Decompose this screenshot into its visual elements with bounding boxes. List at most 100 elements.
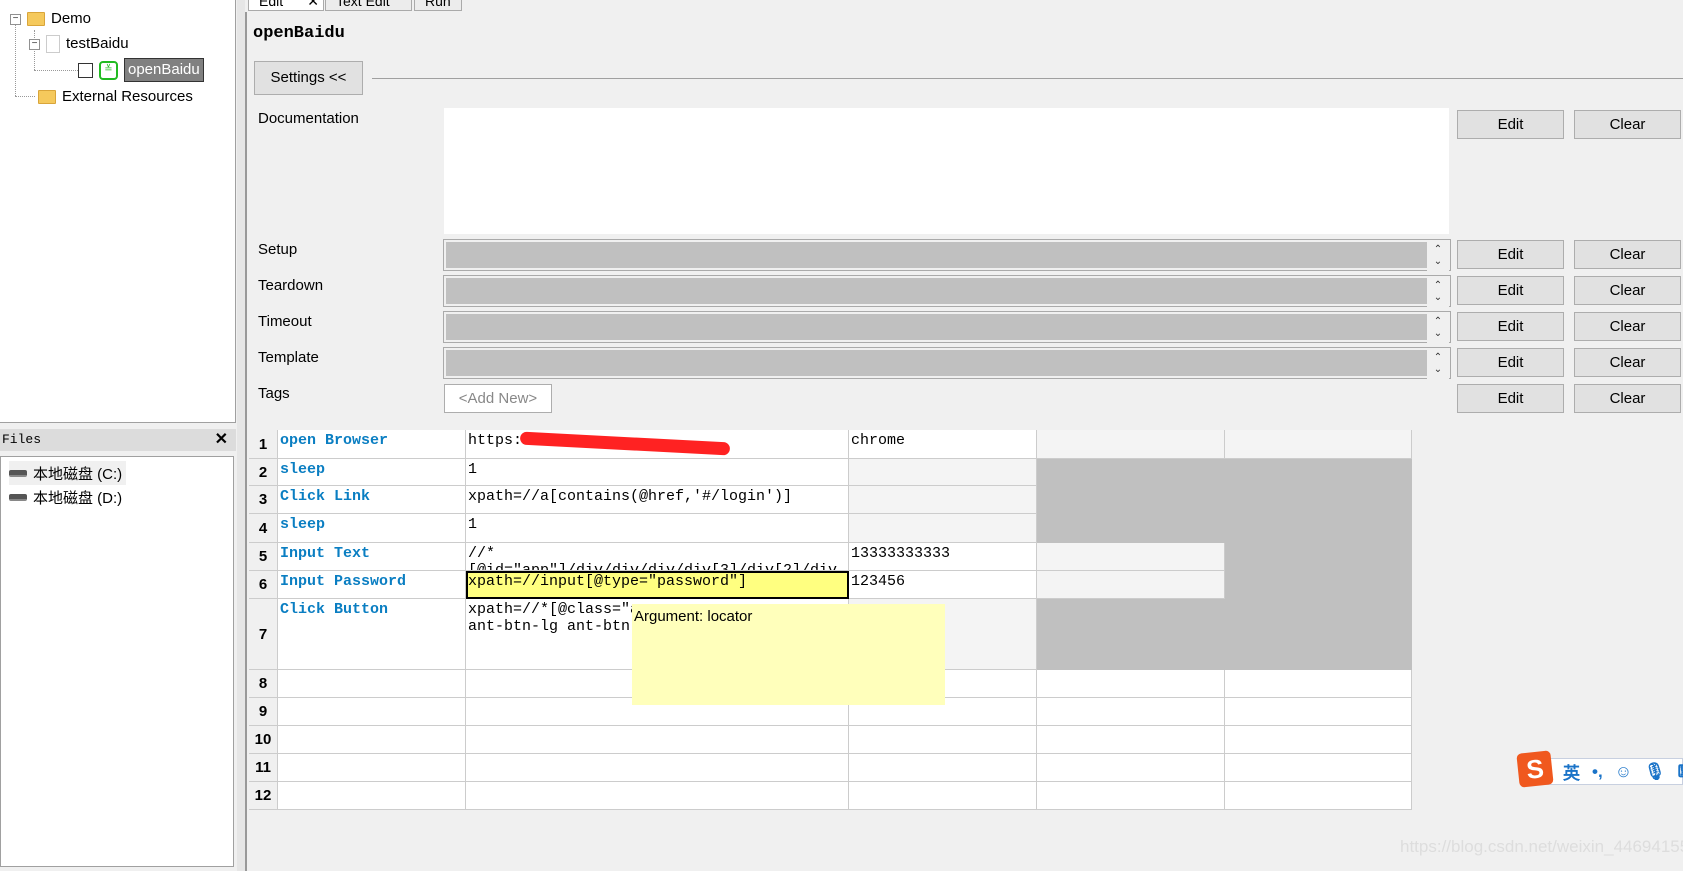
timeout-field[interactable]: ⌃ ⌄ [443, 311, 1451, 343]
keyword-cell[interactable]: Click Link [278, 486, 466, 514]
documentation-clear-button[interactable]: Clear [1574, 110, 1681, 139]
setup-edit-button[interactable]: Edit [1457, 240, 1564, 269]
argument-cell[interactable] [1037, 670, 1225, 698]
keyword-cell[interactable]: open Browser [278, 430, 466, 459]
row-number[interactable]: 1 [249, 430, 278, 459]
tab-text-edit[interactable]: Text Edit [325, 0, 412, 11]
argument-cell[interactable] [1225, 571, 1412, 599]
microphone-icon[interactable]: 🎙 [1644, 762, 1666, 782]
add-tag-button[interactable]: <Add New> [444, 384, 552, 413]
argument-cell[interactable] [1037, 754, 1225, 782]
collapse-icon[interactable]: − [29, 38, 40, 50]
keyword-cell[interactable] [278, 754, 466, 782]
ime-toolbar[interactable]: 英 •, ☺ 🎙 ⌨ S [1516, 750, 1683, 792]
argument-cell[interactable] [1225, 514, 1412, 543]
argument-cell[interactable] [1037, 543, 1225, 571]
argument-cell[interactable] [466, 754, 849, 782]
tags-edit-button[interactable]: Edit [1457, 384, 1564, 413]
argument-cell[interactable] [1037, 571, 1225, 599]
template-edit-button[interactable]: Edit [1457, 348, 1564, 377]
keyword-cell[interactable] [278, 782, 466, 810]
row-number[interactable]: 10 [249, 726, 278, 754]
teardown-field[interactable]: ⌃ ⌄ [443, 275, 1451, 307]
row-number[interactable]: 3 [249, 486, 278, 514]
keyboard-icon[interactable]: ⌨ [1678, 762, 1683, 782]
row-number[interactable]: 4 [249, 514, 278, 543]
row-number[interactable]: 7 [249, 599, 278, 670]
row-number[interactable]: 6 [249, 571, 278, 599]
keyword-cell[interactable]: Input Password [278, 571, 466, 599]
argument-cell[interactable] [849, 514, 1037, 543]
settings-toggle-button[interactable]: Settings << [254, 61, 363, 95]
argument-cell[interactable]: chrome [849, 430, 1037, 459]
keyword-cell[interactable] [278, 698, 466, 726]
row-number[interactable]: 12 [249, 782, 278, 810]
keyword-cell[interactable]: sleep [278, 514, 466, 543]
drive-d[interactable]: 本地磁盘 (D:) [9, 485, 126, 509]
emoji-icon[interactable]: ☺ [1615, 762, 1632, 782]
argument-cell[interactable]: xpath=//input[@type="password"] [466, 571, 849, 599]
argument-cell[interactable] [849, 459, 1037, 486]
teardown-clear-button[interactable]: Clear [1574, 276, 1681, 305]
collapse-icon[interactable]: − [10, 13, 21, 25]
setup-field[interactable]: ⌃ ⌄ [443, 239, 1451, 271]
keyword-cell[interactable]: Input Text [278, 543, 466, 571]
argument-cell[interactable] [1225, 698, 1412, 726]
spin-arrows-icon[interactable]: ⌃ ⌄ [1427, 349, 1449, 379]
documentation-edit-button[interactable]: Edit [1457, 110, 1564, 139]
run-checkbox[interactable] [78, 62, 93, 78]
teardown-edit-button[interactable]: Edit [1457, 276, 1564, 305]
argument-cell[interactable]: 13333333333 [849, 543, 1037, 571]
argument-cell[interactable] [849, 782, 1037, 810]
argument-cell[interactable] [1037, 486, 1225, 514]
splitter[interactable] [237, 0, 245, 871]
spin-arrows-icon[interactable]: ⌃ ⌄ [1427, 241, 1449, 271]
tree-item-openbaidu[interactable]: ≚ openBaidu [78, 58, 204, 82]
tab-edit[interactable]: Edit ✕ [248, 0, 324, 11]
argument-cell[interactable] [466, 726, 849, 754]
argument-cell[interactable] [1037, 514, 1225, 543]
keyword-cell[interactable] [278, 726, 466, 754]
argument-cell[interactable] [1037, 782, 1225, 810]
argument-cell[interactable] [1225, 459, 1412, 486]
row-number[interactable]: 9 [249, 698, 278, 726]
argument-cell[interactable]: 123456 [849, 571, 1037, 599]
row-number[interactable]: 2 [249, 459, 278, 486]
argument-cell[interactable]: 1 [466, 514, 849, 543]
argument-cell[interactable] [1037, 726, 1225, 754]
argument-cell[interactable] [849, 754, 1037, 782]
argument-cell[interactable] [466, 782, 849, 810]
tree-item-demo[interactable]: − Demo [10, 8, 91, 30]
keyword-cell[interactable] [278, 670, 466, 698]
argument-cell[interactable] [1037, 599, 1225, 670]
template-clear-button[interactable]: Clear [1574, 348, 1681, 377]
row-number[interactable]: 5 [249, 543, 278, 571]
ime-mode[interactable]: 英 [1563, 759, 1580, 784]
argument-cell[interactable]: //*[@id="app"]/div/div/div/div[3]/div[2]… [466, 543, 849, 571]
spin-arrows-icon[interactable]: ⌃ ⌄ [1427, 313, 1449, 343]
tree-item-testbaidu[interactable]: − testBaidu [29, 33, 129, 55]
close-icon[interactable]: ✕ [215, 429, 228, 451]
tab-run[interactable]: Run [414, 0, 462, 11]
keyword-cell[interactable]: Click Button [278, 599, 466, 670]
timeout-edit-button[interactable]: Edit [1457, 312, 1564, 341]
argument-cell[interactable] [1225, 754, 1412, 782]
argument-cell[interactable] [1225, 486, 1412, 514]
argument-cell[interactable] [1225, 726, 1412, 754]
argument-cell[interactable] [1225, 430, 1412, 459]
ime-punctuation[interactable]: •, [1592, 762, 1603, 782]
argument-cell[interactable] [1037, 698, 1225, 726]
argument-cell[interactable]: xpath=//a[contains(@href,'#/login')] [466, 486, 849, 514]
tags-clear-button[interactable]: Clear [1574, 384, 1681, 413]
argument-cell[interactable] [849, 486, 1037, 514]
argument-cell[interactable]: 1 [466, 459, 849, 486]
argument-cell[interactable] [849, 726, 1037, 754]
spin-arrows-icon[interactable]: ⌃ ⌄ [1427, 277, 1449, 307]
keyword-cell[interactable]: sleep [278, 459, 466, 486]
row-number[interactable]: 11 [249, 754, 278, 782]
argument-cell[interactable] [1225, 599, 1412, 670]
setup-clear-button[interactable]: Clear [1574, 240, 1681, 269]
template-field[interactable]: ⌃ ⌄ [443, 347, 1451, 379]
argument-cell[interactable] [1037, 430, 1225, 459]
argument-cell[interactable] [1225, 543, 1412, 571]
